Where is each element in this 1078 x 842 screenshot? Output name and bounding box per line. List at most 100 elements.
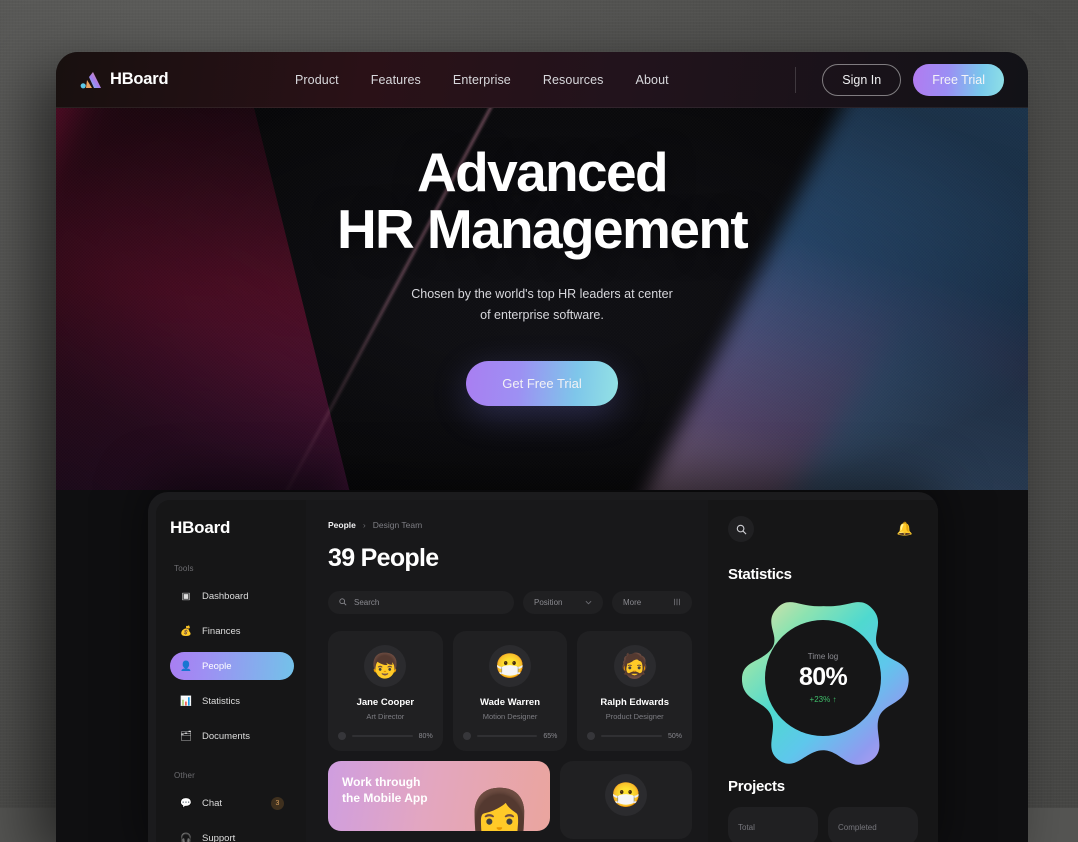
sidebar-item-label: Chat	[202, 798, 222, 809]
donut-center: Time log 80% +23% ↑	[765, 620, 881, 736]
sidebar-item-documents[interactable]: 🗂 Documents	[170, 722, 294, 750]
sidebar-item-dashboard[interactable]: ▣ Dashboard	[170, 582, 294, 610]
project-label: Completed	[838, 823, 877, 832]
sliders-icon	[673, 598, 681, 608]
sidebar-item-label: Support	[202, 833, 235, 842]
nav-link-enterprise[interactable]: Enterprise	[453, 73, 511, 87]
filter-row: Search Position More	[328, 591, 692, 614]
documents-icon: 🗂	[180, 730, 192, 742]
nav-link-resources[interactable]: Resources	[543, 73, 604, 87]
time-log-label: Time log	[808, 652, 838, 661]
person-role: Product Designer	[587, 712, 682, 721]
bar-chart-icon: 📊	[180, 695, 192, 707]
search-placeholder: Search	[354, 598, 379, 607]
statistics-heading: Statistics	[728, 566, 918, 583]
sidebar-spacer	[170, 757, 294, 771]
position-filter[interactable]: Position	[523, 591, 603, 614]
promo-line1: Work through	[342, 775, 420, 789]
sidebar-item-finances[interactable]: 💰 Finances	[170, 617, 294, 645]
progress-percent: 65%	[543, 733, 557, 740]
avatar: 👦	[364, 645, 406, 687]
person-card[interactable]: 👦 Jane Cooper Art Director 80%	[328, 631, 443, 751]
person-name: Ralph Edwards	[587, 697, 682, 708]
search-icon	[339, 598, 347, 608]
brand-logo[interactable]: HBoard	[80, 70, 168, 89]
nav-link-features[interactable]: Features	[371, 73, 421, 87]
nav-link-about[interactable]: About	[636, 73, 669, 87]
person-progress-row: 80%	[338, 732, 433, 740]
project-label: Total	[738, 823, 755, 832]
person-role: Art Director	[338, 712, 433, 721]
sidebar-item-support[interactable]: 🎧 Support	[170, 824, 294, 842]
promo-text: Work through the Mobile App	[342, 774, 536, 806]
hero-content: Advanced HR Management Chosen by the wor…	[56, 108, 1028, 406]
sidebar-group-tools-label: Tools	[174, 564, 294, 573]
person-card[interactable]: 😷	[560, 761, 692, 839]
breadcrumb-root[interactable]: People	[328, 520, 356, 530]
search-input[interactable]: Search	[328, 591, 514, 614]
get-free-trial-button[interactable]: Get Free Trial	[466, 361, 617, 406]
person-role: Motion Designer	[463, 712, 558, 721]
sidebar-item-label: Dashboard	[202, 591, 248, 602]
nav-actions: Sign In Free Trial	[795, 64, 1004, 96]
nav-divider	[795, 67, 796, 93]
nav-link-product[interactable]: Product	[295, 73, 339, 87]
person-card[interactable]: 😷 Wade Warren Motion Designer 65%	[453, 631, 568, 751]
progress-percent: 50%	[668, 733, 682, 740]
nav-links: Product Features Enterprise Resources Ab…	[295, 73, 669, 87]
position-label: Position	[534, 598, 562, 607]
progress-track	[352, 735, 413, 738]
progress-percent: 80%	[419, 733, 433, 740]
sidebar-item-label: Statistics	[202, 696, 240, 707]
progress-dot-icon	[338, 732, 346, 740]
dashboard-mockup: HBoard Tools ▣ Dashboard 💰 Finances 👤 Pe…	[148, 492, 938, 842]
sidebar-item-label: People	[202, 661, 232, 672]
dashboard-app: HBoard Tools ▣ Dashboard 💰 Finances 👤 Pe…	[156, 500, 938, 842]
time-log-value: 80%	[799, 663, 847, 692]
dashboard-logo: HBoard	[170, 518, 294, 538]
chevron-down-icon	[585, 598, 592, 607]
secondary-row: Work through the Mobile App 👩 😷	[328, 761, 692, 839]
hero-subtitle-line2: of enterprise software.	[480, 308, 604, 322]
hero-subtitle-line1: Chosen by the world's top HR leaders at …	[411, 287, 673, 301]
free-trial-button[interactable]: Free Trial	[913, 64, 1004, 96]
avatar: 😷	[605, 774, 647, 816]
dashboard-right-rail: 🔔 Statistics	[708, 500, 938, 842]
sidebar-item-label: Finances	[202, 626, 241, 637]
search-icon[interactable]	[728, 516, 754, 542]
page-title: 39 People	[328, 544, 692, 573]
sidebar-item-people[interactable]: 👤 People	[170, 652, 294, 680]
browser-window: HBoard Product Features Enterprise Resou…	[56, 52, 1028, 842]
people-card-grid: 👦 Jane Cooper Art Director 80% 😷 Wade Wa…	[328, 631, 692, 751]
time-log-delta: +23% ↑	[810, 695, 837, 704]
person-name: Jane Cooper	[338, 697, 433, 708]
sidebar-item-statistics[interactable]: 📊 Statistics	[170, 687, 294, 715]
hero-section: Advanced HR Management Chosen by the wor…	[56, 108, 1028, 490]
project-card-completed[interactable]: Completed	[828, 807, 918, 842]
sidebar-group-other-label: Other	[174, 771, 294, 780]
dashboard-main: People › Design Team 39 People Search Po…	[306, 500, 708, 842]
progress-track	[601, 735, 662, 738]
person-progress-row: 50%	[587, 732, 682, 740]
progress-dot-icon	[463, 732, 471, 740]
projects-heading: Projects	[728, 778, 918, 795]
mobile-app-promo-card[interactable]: Work through the Mobile App 👩	[328, 761, 550, 831]
more-filter[interactable]: More	[612, 591, 692, 614]
progress-track	[477, 735, 538, 738]
top-navigation-bar: HBoard Product Features Enterprise Resou…	[56, 52, 1028, 108]
time-log-donut-chart: Time log 80% +23% ↑	[731, 595, 916, 760]
hero-title-line1: Advanced	[417, 141, 667, 203]
progress-dot-icon	[587, 732, 595, 740]
notification-bell-icon[interactable]: 🔔	[892, 516, 918, 542]
project-card-total[interactable]: Total	[728, 807, 818, 842]
sign-in-button[interactable]: Sign In	[822, 64, 901, 96]
person-card[interactable]: 🧔 Ralph Edwards Product Designer 50%	[577, 631, 692, 751]
brand-name: HBoard	[110, 70, 168, 89]
person-icon: 👤	[180, 660, 192, 672]
project-card-row: Total Completed	[728, 807, 918, 842]
hero-title: Advanced HR Management	[56, 144, 1028, 258]
person-progress-row: 65%	[463, 732, 558, 740]
sidebar-item-chat[interactable]: 💬 Chat 3	[170, 789, 294, 817]
money-bag-icon: 💰	[180, 625, 192, 637]
dashboard-sidebar: HBoard Tools ▣ Dashboard 💰 Finances 👤 Pe…	[156, 500, 306, 842]
